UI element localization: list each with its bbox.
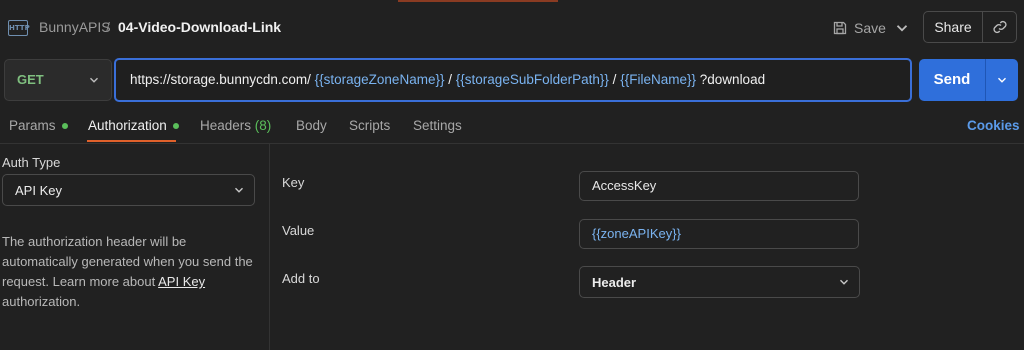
tab-label: Authorization xyxy=(88,118,167,133)
url-base: https://storage.bunnycdn.com/ xyxy=(130,72,311,87)
send-options-button[interactable] xyxy=(986,59,1018,101)
url-variable-storage-zone[interactable]: {{storageZoneName}} xyxy=(315,72,445,87)
tab-params[interactable]: Params xyxy=(9,118,68,133)
headers-count-badge: (8) xyxy=(254,118,272,133)
save-icon xyxy=(833,21,847,35)
chevron-down-icon xyxy=(998,77,1006,83)
breadcrumb-separator: / xyxy=(106,19,110,35)
tab-body[interactable]: Body xyxy=(296,118,327,133)
key-input[interactable]: AccessKey xyxy=(579,171,859,201)
send-group: Send xyxy=(919,59,1018,101)
save-button[interactable]: Save xyxy=(832,17,886,39)
url-variable-subfolder[interactable]: {{storageSubFolderPath}} xyxy=(456,72,609,87)
value-label: Value xyxy=(282,223,315,238)
copy-link-button[interactable] xyxy=(983,12,1016,42)
url-separator: / xyxy=(448,72,453,87)
auth-description: The authorization header will be automat… xyxy=(2,232,262,312)
url-input[interactable]: https://storage.bunnycdn.com/ {{storageZ… xyxy=(114,58,912,102)
method-label: GET xyxy=(17,72,44,87)
top-accent-line xyxy=(398,0,558,2)
key-label: Key xyxy=(282,175,305,190)
divider xyxy=(269,144,270,350)
url-variable-filename[interactable]: {{FileName}} xyxy=(620,72,696,87)
add-to-select[interactable]: Header xyxy=(579,266,860,298)
auth-description-text: The authorization header will be automat… xyxy=(2,234,253,289)
request-title[interactable]: 04-Video-Download-Link xyxy=(118,19,281,35)
http-method-select[interactable]: GET xyxy=(4,59,112,101)
chevron-down-icon xyxy=(90,77,98,83)
url-query: ?download xyxy=(699,72,766,87)
status-dot xyxy=(61,123,68,130)
tab-authorization[interactable]: Authorization xyxy=(88,118,179,133)
status-dot xyxy=(172,123,179,130)
save-label: Save xyxy=(854,20,886,36)
breadcrumb-collection[interactable]: BunnyAPIS xyxy=(39,19,111,35)
share-button[interactable]: Share xyxy=(924,12,983,42)
auth-type-select[interactable]: API Key xyxy=(2,174,255,206)
tab-label: Headers xyxy=(200,118,252,133)
auth-description-suffix: authorization. xyxy=(2,294,81,309)
auth-type-value: API Key xyxy=(15,183,62,198)
add-to-label: Add to xyxy=(282,271,320,286)
value-variable[interactable]: {{zoneAPIKey}} xyxy=(592,226,681,241)
auth-type-label: Auth Type xyxy=(2,155,61,170)
add-to-value: Header xyxy=(592,275,637,290)
share-group: Share xyxy=(923,11,1017,43)
tab-settings[interactable]: Settings xyxy=(413,118,462,133)
value-input[interactable]: {{zoneAPIKey}} xyxy=(579,219,859,249)
link-icon xyxy=(992,20,1007,34)
divider xyxy=(0,143,1024,144)
http-request-icon: HTTP xyxy=(8,20,30,36)
tab-scripts[interactable]: Scripts xyxy=(349,118,390,133)
tab-label: Params xyxy=(9,118,56,133)
tab-headers[interactable]: Headers (8) xyxy=(200,118,271,133)
send-button[interactable]: Send xyxy=(919,59,986,101)
cookies-link[interactable]: Cookies xyxy=(967,118,1020,133)
url-separator: / xyxy=(612,72,617,87)
chevron-down-icon xyxy=(840,279,848,285)
save-options-chevron-icon[interactable] xyxy=(893,19,911,37)
api-key-docs-link[interactable]: API Key xyxy=(158,274,205,289)
chevron-down-icon xyxy=(235,187,243,193)
active-tab-indicator xyxy=(87,140,176,142)
